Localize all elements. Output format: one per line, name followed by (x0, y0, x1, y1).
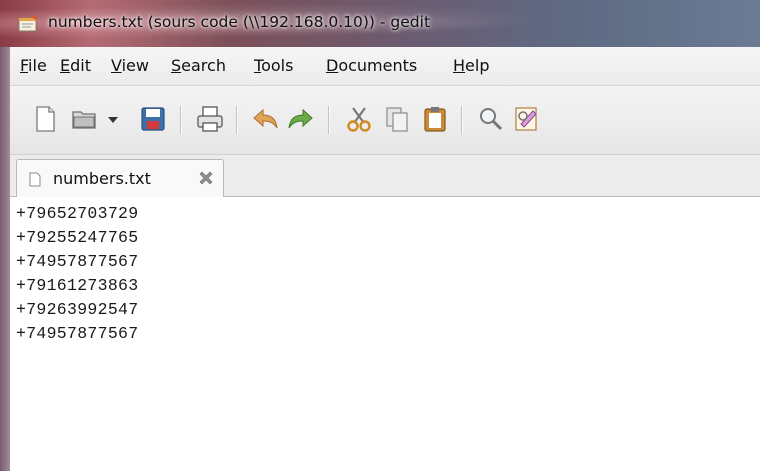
menu-documents[interactable]: Documents (326, 56, 417, 75)
redo-icon[interactable] (286, 104, 316, 134)
undo-icon[interactable] (250, 104, 280, 134)
menu-tools[interactable]: Tools (254, 56, 293, 75)
close-icon[interactable] (197, 169, 215, 187)
menu-file[interactable]: File (20, 56, 47, 75)
menu-search[interactable]: Search (171, 56, 226, 75)
editor-line: +74957877567 (16, 324, 139, 343)
window-title: numbers.txt (sours code (\\192.168.0.10)… (48, 13, 431, 31)
text-file-icon (29, 172, 41, 187)
text-editor[interactable]: +79652703729 +79255247765 +74957877567 +… (10, 197, 760, 471)
window-frame-left (0, 47, 10, 471)
editor-line: +74957877567 (16, 252, 139, 271)
cut-icon[interactable] (344, 104, 374, 134)
menu-edit[interactable]: Edit (60, 56, 91, 75)
new-document-icon[interactable] (30, 104, 60, 134)
open-folder-icon[interactable] (70, 104, 100, 134)
paste-icon[interactable] (420, 104, 450, 134)
toolbar-separator (180, 106, 182, 134)
menu-view[interactable]: View (111, 56, 149, 75)
dropdown-arrow-icon[interactable] (104, 104, 122, 134)
toolbar-separator (461, 106, 463, 134)
copy-icon[interactable] (382, 104, 412, 134)
editor-line: +79255247765 (16, 228, 139, 247)
toolbar-separator (328, 106, 330, 134)
print-icon[interactable] (195, 104, 225, 134)
menu-bar: File Edit View Search Tools Documents He… (10, 47, 760, 86)
tab-label: numbers.txt (53, 169, 151, 188)
find-icon[interactable] (476, 104, 506, 134)
tab-numbers-txt[interactable]: numbers.txt (16, 159, 224, 197)
gedit-app-icon (18, 16, 37, 32)
editor-line: +79161273863 (16, 276, 139, 295)
find-replace-icon[interactable] (512, 104, 542, 134)
menu-help[interactable]: Help (453, 56, 489, 75)
toolbar-separator (236, 106, 238, 134)
save-icon[interactable] (138, 104, 168, 134)
toolbar (10, 86, 760, 155)
title-bar[interactable]: numbers.txt (sours code (\\192.168.0.10)… (0, 0, 760, 47)
tab-strip: numbers.txt (10, 155, 760, 197)
editor-line: +79652703729 (16, 204, 139, 223)
editor-line: +79263992547 (16, 300, 139, 319)
